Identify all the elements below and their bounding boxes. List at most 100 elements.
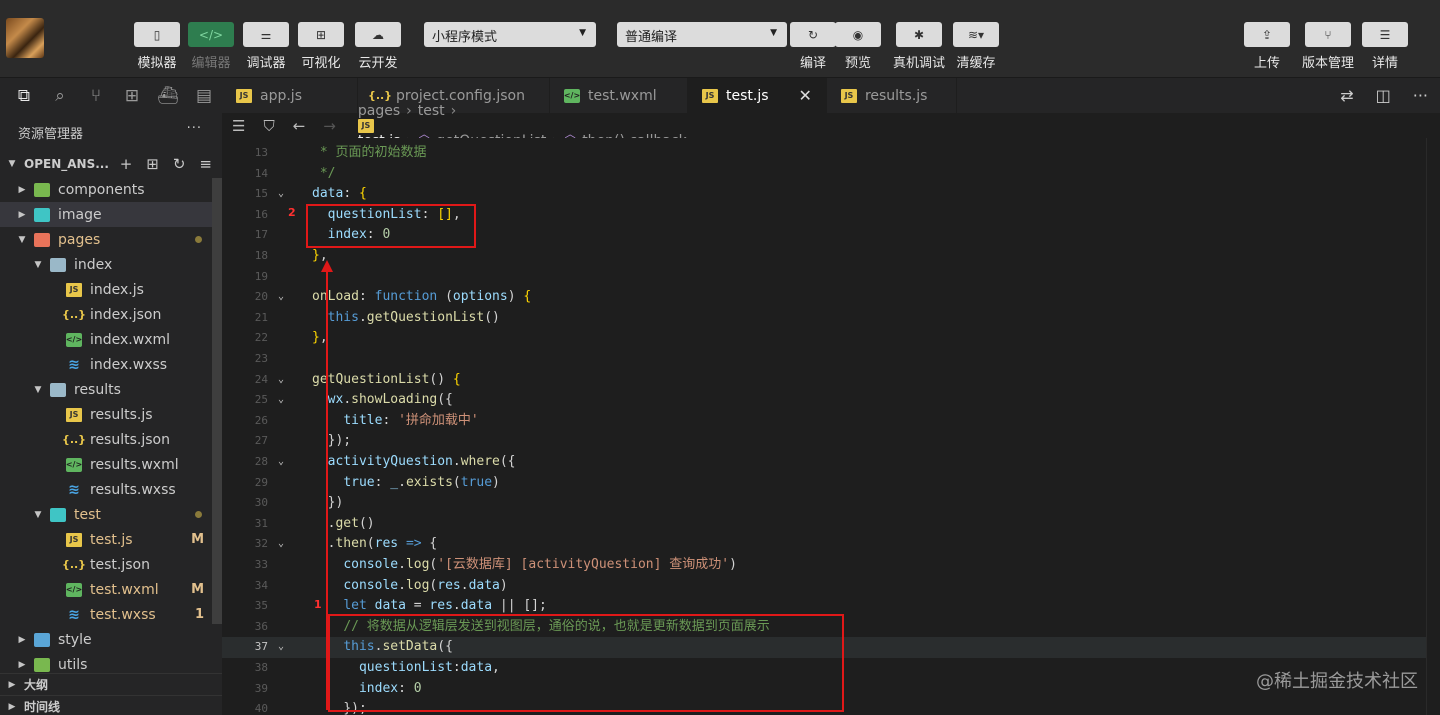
outline-section[interactable]: ▶ 大纲 bbox=[0, 673, 222, 695]
timeline-section[interactable]: ▶ 时间线 bbox=[0, 695, 222, 715]
editor-button[interactable]: </> 编辑器 bbox=[188, 22, 234, 71]
code-line[interactable]: 26 title: '拼命加载中' bbox=[222, 411, 1440, 432]
details-button[interactable]: ☰ 详情 bbox=[1362, 22, 1408, 71]
tree-item-label: test.json bbox=[90, 556, 150, 573]
code-line[interactable]: 18}, bbox=[222, 246, 1440, 267]
tree-folder[interactable]: ▼ test bbox=[0, 502, 222, 527]
tree-file[interactable]: ≋ results.wxss bbox=[0, 477, 222, 502]
code-line[interactable]: 31 .get() bbox=[222, 514, 1440, 535]
tree-file[interactable]: ≋ test.wxss 1 bbox=[0, 602, 222, 627]
line-number: 18 bbox=[254, 249, 268, 262]
line-number: 34 bbox=[254, 578, 268, 592]
tree-file[interactable]: {..} results.json bbox=[0, 427, 222, 452]
compile-mode-select[interactable]: 普通编译 ▼ bbox=[617, 22, 787, 47]
mode-select[interactable]: 小程序模式 ▼ bbox=[424, 22, 596, 47]
more-icon[interactable]: ··· bbox=[1413, 86, 1428, 105]
user-avatar[interactable] bbox=[6, 18, 44, 58]
search-icon[interactable]: ⌕ bbox=[42, 86, 78, 106]
code-line[interactable]: 24 ⌄ getQuestionList() { bbox=[222, 370, 1440, 391]
tree-folder[interactable]: ▶ style bbox=[0, 627, 222, 652]
close-icon[interactable]: ✕ bbox=[799, 86, 812, 105]
code-line[interactable]: 25 ⌄ wx.showLoading({ bbox=[222, 390, 1440, 411]
tree-folder[interactable]: ▼ results bbox=[0, 377, 222, 402]
split-editor-icon[interactable]: ◫ bbox=[1376, 86, 1391, 105]
code-line[interactable]: 14 */ bbox=[222, 164, 1440, 185]
panel-icon[interactable]: ▤ bbox=[186, 86, 222, 106]
files-icon[interactable]: ⧉ bbox=[6, 86, 42, 106]
tree-file[interactable]: ≋ index.wxss bbox=[0, 352, 222, 377]
breadcrumb-item[interactable]: pages bbox=[358, 103, 400, 119]
breadcrumb-item[interactable]: test bbox=[418, 103, 445, 119]
code-line[interactable]: 15 ⌄ data: { bbox=[222, 184, 1440, 205]
new-folder-icon[interactable]: ⊞ bbox=[146, 155, 159, 173]
simulator-button[interactable]: ▯ 模拟器 bbox=[134, 22, 180, 71]
upload-button[interactable]: ⇪ 上传 bbox=[1244, 22, 1290, 71]
code-line[interactable]: 27 }); bbox=[222, 431, 1440, 452]
code-line[interactable]: 21 this.getQuestionList() bbox=[222, 308, 1440, 329]
new-file-icon[interactable]: + bbox=[120, 155, 133, 173]
fold-chevron-icon[interactable]: ⌄ bbox=[278, 534, 284, 555]
explorer-scrollbar[interactable] bbox=[212, 178, 222, 624]
chevron-right-icon: ▶ bbox=[18, 184, 26, 195]
version-control-button[interactable]: ⑂ 版本管理 bbox=[1302, 22, 1354, 71]
code-line[interactable]: 19 bbox=[222, 267, 1440, 288]
code-line[interactable]: 13 * 页面的初始数据 bbox=[222, 143, 1440, 164]
code-text: * 页面的初始数据 bbox=[312, 145, 427, 160]
preview-button[interactable]: ◉ 预览 bbox=[835, 22, 881, 71]
tab-results-js[interactable]: JS results.js bbox=[827, 78, 957, 113]
list-icon[interactable]: ☰ bbox=[232, 117, 245, 135]
fold-chevron-icon[interactable]: ⌄ bbox=[278, 452, 284, 473]
tree-folder[interactable]: ▶ components bbox=[0, 177, 222, 202]
real-device-debug-button[interactable]: ✱ 真机调试 bbox=[893, 22, 945, 71]
fold-chevron-icon[interactable]: ⌄ bbox=[278, 390, 284, 411]
project-header[interactable]: ▼ OPEN_ANS... + ⊞ ↻ ≡ bbox=[0, 151, 222, 177]
tree-file[interactable]: </> test.wxml M bbox=[0, 577, 222, 602]
docker-icon[interactable]: ⛴ bbox=[150, 86, 186, 106]
editor-scrollbar[interactable] bbox=[1426, 138, 1440, 715]
tree-file[interactable]: JS results.js bbox=[0, 402, 222, 427]
code-text: console.log(res.data) bbox=[343, 577, 508, 593]
tree-file[interactable]: {..} test.json bbox=[0, 552, 222, 577]
tab-app-js[interactable]: JS app.js bbox=[222, 78, 358, 113]
fold-chevron-icon[interactable]: ⌄ bbox=[278, 637, 284, 658]
code-line[interactable]: 30 }) bbox=[222, 493, 1440, 514]
tree-file[interactable]: </> results.wxml bbox=[0, 452, 222, 477]
tree-folder[interactable]: ▶ image bbox=[0, 202, 222, 227]
tree-folder[interactable]: ▼ index bbox=[0, 252, 222, 277]
clear-cache-button[interactable]: ≋▾ 清缓存 bbox=[953, 22, 999, 71]
back-arrow-icon[interactable]: ← bbox=[293, 117, 306, 135]
fold-chevron-icon[interactable]: ⌄ bbox=[278, 370, 284, 391]
collapse-icon[interactable]: ≡ bbox=[199, 155, 212, 173]
code-line[interactable]: 22}, bbox=[222, 328, 1440, 349]
json-file-icon: {..} bbox=[367, 89, 393, 102]
source-control-icon[interactable]: ⑂ bbox=[78, 86, 114, 106]
compile-button[interactable]: ↻ 编译 bbox=[790, 22, 836, 71]
more-icon[interactable]: ··· bbox=[187, 121, 202, 136]
code-text: wx.showLoading({ bbox=[327, 392, 453, 408]
code-line[interactable]: 28 ⌄ activityQuestion.where({ bbox=[222, 452, 1440, 473]
tree-file[interactable]: </> index.wxml bbox=[0, 327, 222, 352]
visual-button[interactable]: ⊞ 可视化 bbox=[298, 22, 344, 71]
refresh-icon[interactable]: ↻ bbox=[173, 155, 186, 173]
bookmark-icon[interactable]: ⛉ bbox=[263, 117, 274, 135]
code-line[interactable]: 29 true: _.exists(true) bbox=[222, 473, 1440, 494]
cloud-dev-button[interactable]: ☁ 云开发 bbox=[355, 22, 401, 71]
git-status-badge: M bbox=[191, 532, 204, 547]
code-line[interactable]: 20 ⌄ onLoad: function (options) { bbox=[222, 287, 1440, 308]
tree-folder[interactable]: ▼ pages bbox=[0, 227, 222, 252]
tree-file[interactable]: JS index.js bbox=[0, 277, 222, 302]
code-editor[interactable]: 13 * 页面的初始数据 14 */15 ⌄ data: {16 questionLi… bbox=[222, 138, 1440, 715]
tab-test-js[interactable]: JS test.js ✕ bbox=[688, 78, 827, 113]
debugger-button[interactable]: ⚌ 调试器 bbox=[243, 22, 289, 71]
compare-icon[interactable]: ⇄ bbox=[1340, 86, 1353, 105]
tree-file[interactable]: {..} index.json bbox=[0, 302, 222, 327]
extensions-icon[interactable]: ⊞ bbox=[114, 86, 150, 106]
code-line[interactable]: 32 ⌄ .then(res => { bbox=[222, 534, 1440, 555]
code-line[interactable]: 33 console.log('[云数据库] [activityQuestion… bbox=[222, 555, 1440, 576]
code-line[interactable]: 34 console.log(res.data) bbox=[222, 576, 1440, 597]
forward-arrow-icon[interactable]: → bbox=[323, 117, 336, 135]
fold-chevron-icon[interactable]: ⌄ bbox=[278, 287, 284, 308]
fold-chevron-icon[interactable]: ⌄ bbox=[278, 184, 284, 205]
tree-file[interactable]: JS test.js M bbox=[0, 527, 222, 552]
code-line[interactable]: 23 bbox=[222, 349, 1440, 370]
